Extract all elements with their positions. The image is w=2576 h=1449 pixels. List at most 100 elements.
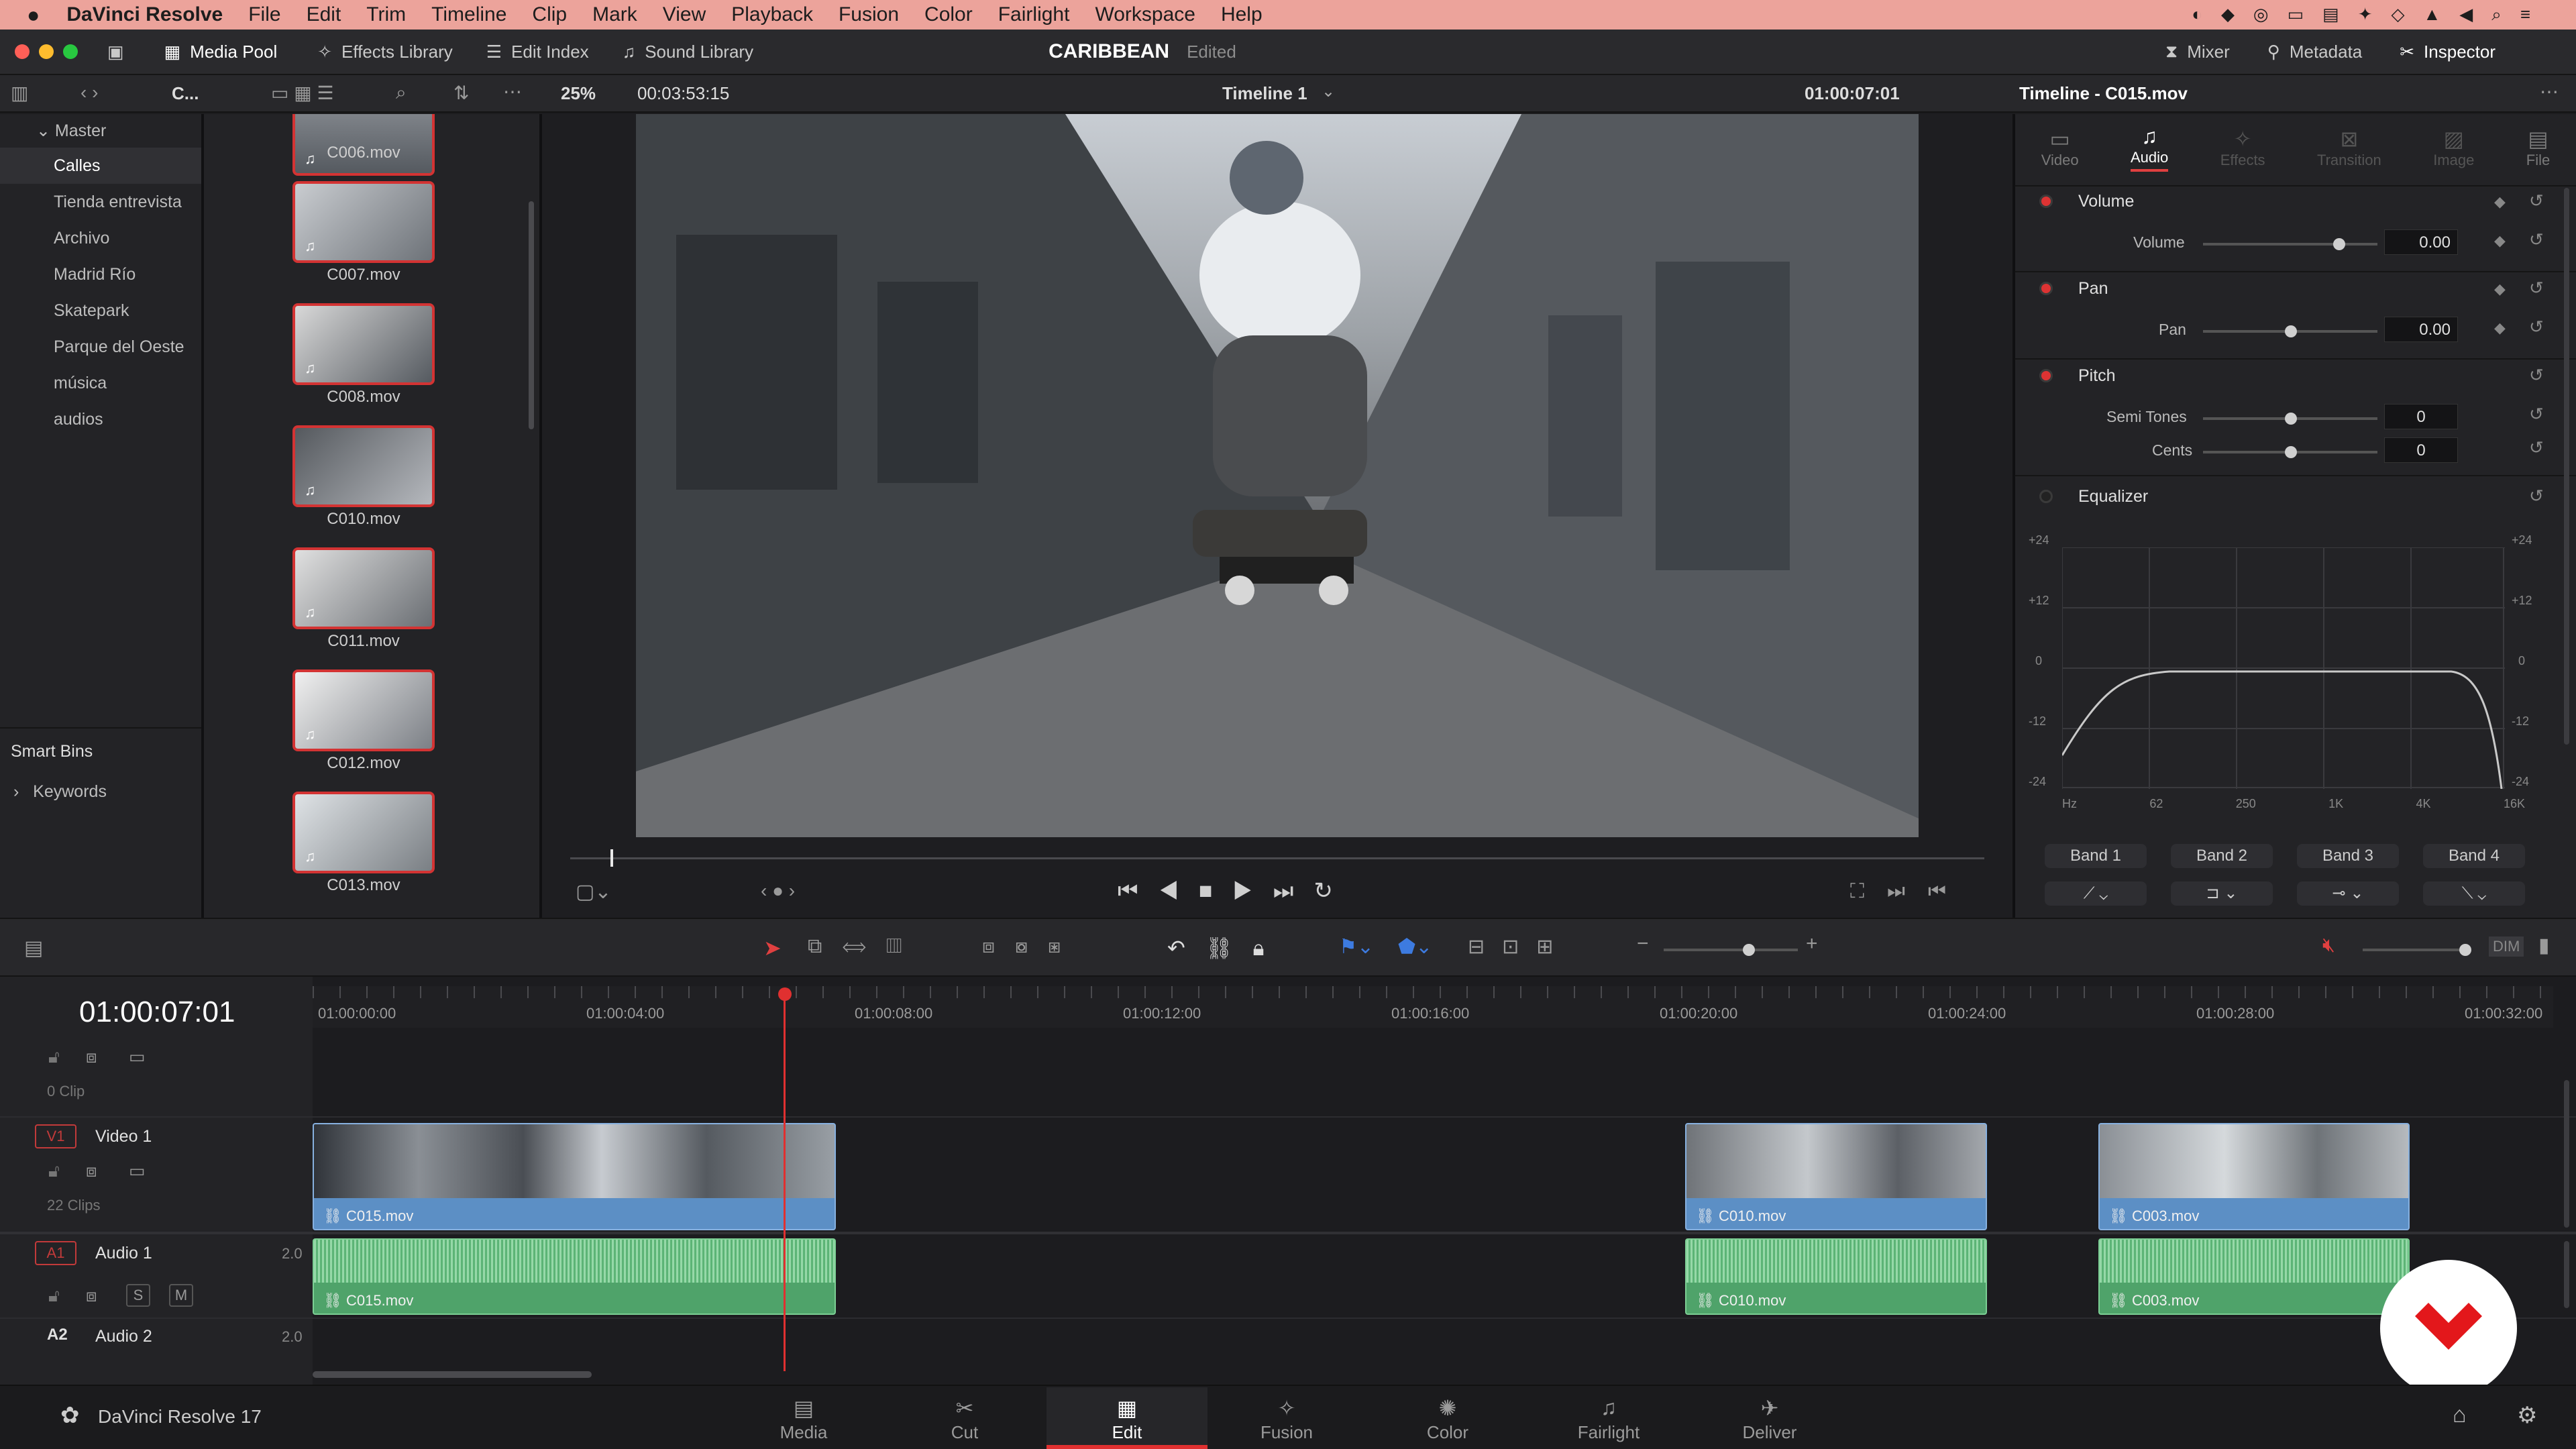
media-pool-scrollbar[interactable] xyxy=(529,201,534,429)
reset-icon[interactable]: ↺ xyxy=(2529,229,2544,250)
reset-icon[interactable]: ↺ xyxy=(2529,437,2544,458)
band-4-button[interactable]: Band 4 xyxy=(2423,844,2525,868)
page-deliver-button[interactable]: ✈ Deliver xyxy=(1689,1387,1850,1449)
auto-select-icon[interactable]: ⧈ xyxy=(86,1161,97,1182)
band-2-button[interactable]: Band 2 xyxy=(2171,844,2273,868)
page-edit-button[interactable]: ▦ Edit xyxy=(1046,1387,1208,1449)
chevron-down-icon[interactable]: ⌄ xyxy=(1322,82,1335,101)
clip-thumbnail[interactable]: ♫ xyxy=(292,547,435,629)
effects-library-button[interactable]: ✧ Effects Library xyxy=(317,42,453,62)
band-4-filter-select[interactable]: ⟍ ⌄ xyxy=(2423,881,2525,906)
timeline-video-clip[interactable]: ⛓ C003.mov xyxy=(2098,1123,2410,1230)
audio-track-scrollbar[interactable] xyxy=(2564,1241,2569,1308)
apple-icon[interactable]: ● xyxy=(27,3,40,28)
menu-help[interactable]: Help xyxy=(1221,3,1263,26)
solo-button[interactable]: S xyxy=(126,1284,150,1307)
snap-link-lock-icons[interactable]: ↶⛓🔒︎ xyxy=(1167,935,1284,961)
playhead-line[interactable] xyxy=(784,1000,786,1371)
bin-archivo[interactable]: Archivo xyxy=(0,220,201,256)
clip-thumbnail[interactable]: ♫ xyxy=(292,669,435,751)
timeline-zoom-knob[interactable] xyxy=(1743,944,1755,956)
semitones-slider-knob[interactable] xyxy=(2285,413,2297,425)
semitones-value[interactable]: 0 xyxy=(2384,404,2458,429)
more-options-icon[interactable]: ⋯ xyxy=(503,80,522,103)
menu-workspace[interactable]: Workspace xyxy=(1095,3,1195,26)
auto-select-icon[interactable]: ⧈ xyxy=(86,1046,97,1068)
volume-slider-knob[interactable] xyxy=(2333,238,2345,250)
track-a1-tag[interactable]: A1 xyxy=(35,1241,76,1265)
lock-icon[interactable]: 🔓︎ xyxy=(48,1285,60,1307)
media-pool-button[interactable]: ▦ Media Pool xyxy=(164,42,278,62)
pan-enable-toggle[interactable] xyxy=(2039,282,2053,295)
selection-tool-icon[interactable]: ➤ xyxy=(763,935,782,961)
reset-icon[interactable]: ↺ xyxy=(2529,486,2544,506)
timeline-audio-clip[interactable]: ⛓ C010.mov xyxy=(1685,1238,1987,1315)
bin-tienda-entrevista[interactable]: Tienda entrevista xyxy=(0,184,201,220)
bin-madrid-rio[interactable]: Madrid Río xyxy=(0,256,201,292)
track-v1-tag[interactable]: V1 xyxy=(35,1124,76,1148)
bin-calles[interactable]: Calles xyxy=(0,148,201,184)
menu-mark[interactable]: Mark xyxy=(592,3,637,26)
menu-view[interactable]: View xyxy=(663,3,706,26)
inspector-button[interactable]: ✂ Inspector xyxy=(2400,42,2496,62)
equalizer-graph[interactable]: +24 +12 0 -12 -24 +24 +12 0 -12 -24 Hz 6… xyxy=(2029,534,2565,816)
equalizer-enable-toggle[interactable] xyxy=(2039,490,2053,503)
page-media-button[interactable]: ▤ Media xyxy=(723,1387,884,1449)
zoom-view-icons[interactable]: ⊟⊡⊞ xyxy=(1468,935,1570,959)
track-a2-name[interactable]: Audio 2 xyxy=(95,1327,152,1346)
volume-enable-toggle[interactable] xyxy=(2039,195,2053,208)
mixer-button[interactable]: ⧗ Mixer xyxy=(2165,41,2230,62)
clip-thumbnail[interactable]: ♫ xyxy=(292,425,435,507)
meter-icon[interactable]: ▮ xyxy=(2538,934,2550,957)
band-1-button[interactable]: Band 1 xyxy=(2045,844,2147,868)
marker-icon[interactable]: ⬟⌄ xyxy=(1398,935,1432,959)
timeline-name[interactable]: Timeline 1 xyxy=(1222,83,1307,104)
bin-skatepark[interactable]: Skatepark xyxy=(0,292,201,329)
view-mode-icons[interactable]: ▭ ▦ ☰ xyxy=(271,82,334,104)
mute-button[interactable]: M xyxy=(169,1284,193,1307)
band-2-filter-select[interactable]: ⊐ ⌄ xyxy=(2171,881,2273,906)
search-icon[interactable]: ⌕ xyxy=(396,82,407,104)
timeline-horizontal-scrollbar[interactable] xyxy=(313,1371,592,1378)
menu-app-name[interactable]: DaVinci Resolve xyxy=(66,3,223,26)
menu-color[interactable]: Color xyxy=(924,3,973,26)
master-volume-knob[interactable] xyxy=(2459,944,2471,956)
band-3-button[interactable]: Band 3 xyxy=(2297,844,2399,868)
window-close-button[interactable] xyxy=(15,44,30,59)
pan-value[interactable]: 0.00 xyxy=(2384,317,2458,342)
inspector-options-icon[interactable]: ⋯ xyxy=(2540,80,2559,103)
page-color-button[interactable]: ✺ Color xyxy=(1367,1387,1528,1449)
keyframe-icon[interactable]: ◆ xyxy=(2494,319,2506,337)
lock-icon[interactable]: 🔓︎ xyxy=(48,1046,60,1068)
page-fairlight-button[interactable]: ♫ Fairlight xyxy=(1528,1387,1689,1449)
window-minimize-button[interactable] xyxy=(39,44,54,59)
sort-icon[interactable]: ⇅ xyxy=(453,82,469,104)
band-3-filter-select[interactable]: ⊸ ⌄ xyxy=(2297,881,2399,906)
dim-button[interactable]: DIM xyxy=(2489,936,2524,957)
tab-effects[interactable]: ✧ Effects xyxy=(2220,126,2265,169)
inspector-scrollbar[interactable] xyxy=(2564,188,2569,745)
cents-value[interactable]: 0 xyxy=(2384,437,2458,463)
menu-clip[interactable]: Clip xyxy=(532,3,567,26)
video-track-scrollbar[interactable] xyxy=(2564,1080,2569,1228)
gear-icon[interactable]: ⚙ xyxy=(2517,1402,2537,1429)
page-cut-button[interactable]: ✂ Cut xyxy=(884,1387,1045,1449)
bin-audios[interactable]: audios xyxy=(0,401,201,437)
edit-tools-icons[interactable]: ⧉⟺▥ xyxy=(808,935,922,958)
track-a1-name[interactable]: Audio 1 xyxy=(95,1244,152,1263)
zoom-in-icon[interactable]: + xyxy=(1806,932,1818,955)
track-v1-name[interactable]: Video 1 xyxy=(95,1127,152,1146)
clip-thumbnail[interactable]: ♫ xyxy=(292,303,435,385)
clip-nav-icon[interactable]: ‹ ● › xyxy=(761,880,795,902)
reset-icon[interactable]: ↺ xyxy=(2529,317,2544,337)
menu-timeline[interactable]: Timeline xyxy=(431,3,506,26)
sound-library-button[interactable]: ♫ Sound Library xyxy=(623,42,753,62)
zoom-out-icon[interactable]: − xyxy=(1637,932,1649,955)
home-icon[interactable]: ⌂ xyxy=(2453,1402,2467,1428)
timeline-audio-clip[interactable]: ⛓ C003.mov xyxy=(2098,1238,2410,1315)
clip-thumbnail[interactable]: ♫ xyxy=(292,792,435,873)
pitch-enable-toggle[interactable] xyxy=(2039,369,2053,382)
transport-controls[interactable]: ⏮◀■▶⏭↻ xyxy=(1118,877,1353,904)
tab-video[interactable]: ▭ Video xyxy=(2041,126,2079,169)
band-1-filter-select[interactable]: ⟋ ⌄ xyxy=(2045,881,2147,906)
